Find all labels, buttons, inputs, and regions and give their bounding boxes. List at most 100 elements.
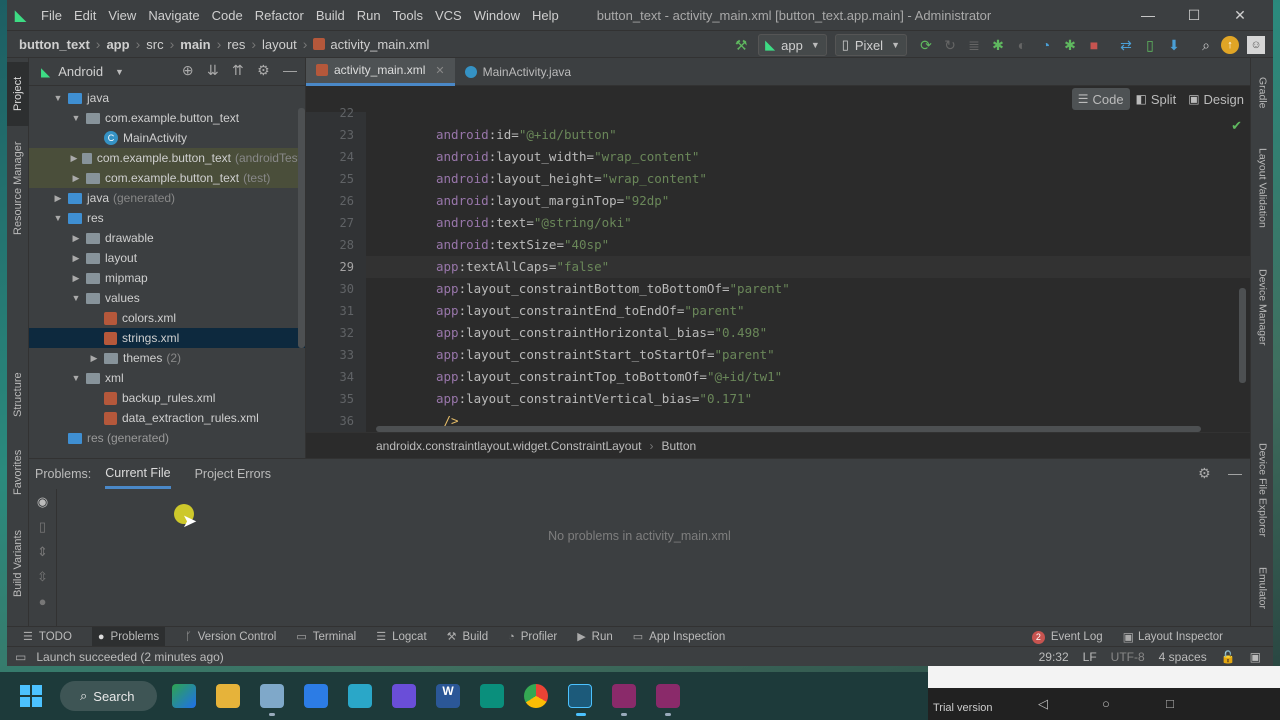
device-manager-icon[interactable]: ▯ — [1141, 36, 1159, 54]
file-encoding[interactable]: UTF-8 — [1111, 650, 1145, 664]
tab-activity_main-xml[interactable]: activity_main.xml ✕ — [306, 57, 455, 86]
maximize-button[interactable]: ☐ — [1171, 7, 1217, 24]
hide-icon[interactable]: — — [1228, 465, 1242, 481]
menu-window[interactable]: Window — [474, 8, 520, 23]
app-icon-2[interactable] — [392, 684, 416, 708]
tree-item[interactable]: ▼ com.example.button_text — [29, 108, 305, 128]
tab-current-file[interactable]: Current File — [105, 459, 171, 489]
tool-problems[interactable]: ● Problems — [91, 626, 166, 647]
menu-refactor[interactable]: Refactor — [255, 8, 304, 23]
editor-vertical-scrollbar[interactable] — [1239, 288, 1246, 383]
start-button[interactable] — [20, 685, 42, 707]
tree-item[interactable]: ▼ java — [29, 88, 305, 108]
code-line[interactable]: android:textSize="40sp" — [436, 234, 609, 256]
eye-icon[interactable]: ◉ — [29, 489, 56, 514]
menu-tools[interactable]: Tools — [393, 8, 423, 23]
tab-project[interactable]: Project — [7, 62, 29, 126]
account-avatar[interactable]: ☺ — [1247, 36, 1265, 54]
profile-icon[interactable]: ◔ — [1037, 36, 1055, 54]
close-tab-icon[interactable]: ✕ — [435, 64, 444, 77]
menu-navigate[interactable]: Navigate — [148, 8, 199, 23]
tree-item[interactable]: data_extraction_rules.xml — [29, 408, 305, 428]
tree-item[interactable]: res (generated) — [29, 428, 305, 448]
tab-mainactivity-java[interactable]: MainActivity.java — [455, 58, 581, 86]
breadcrumb-item[interactable]: button_text — [19, 37, 90, 52]
tool-todo[interactable]: ☰ TODO — [23, 627, 72, 647]
tool-app-inspection[interactable]: ▭ App Inspection — [633, 627, 726, 647]
tab-build-variants[interactable]: Build Variants — [7, 526, 29, 600]
dropbox-icon[interactable] — [304, 684, 328, 708]
view-mode-split[interactable]: ◧ Split — [1130, 88, 1183, 110]
breadcrumb-item[interactable]: res — [227, 37, 245, 52]
update-icon[interactable]: ↑ — [1221, 36, 1239, 54]
collapse-all-icon[interactable]: ⇈ — [232, 62, 244, 78]
line-separator[interactable]: LF — [1083, 650, 1097, 664]
view-mode-code[interactable]: ☰ Code — [1071, 88, 1130, 110]
tree-item[interactable]: ▼ res — [29, 208, 305, 228]
memory-icon[interactable]: ▣ — [1250, 650, 1261, 664]
menu-edit[interactable]: Edit — [74, 8, 96, 23]
breadcrumb-item[interactable]: main — [180, 37, 210, 52]
app-icon-4[interactable] — [656, 684, 680, 708]
attach-debugger-icon[interactable]: ◐ — [1013, 36, 1031, 54]
chevron-icon[interactable]: ▶ — [69, 173, 83, 184]
breadcrumb-item[interactable]: app — [106, 37, 129, 52]
breadcrumb-item[interactable]: src — [146, 37, 163, 52]
chevron-icon[interactable]: ▶ — [87, 353, 101, 364]
chevron-icon[interactable]: ▶ — [69, 233, 83, 244]
layout-inspector-button[interactable]: Layout Inspector — [1138, 627, 1223, 647]
attach-process-icon[interactable]: ✱ — [1061, 36, 1079, 54]
emulator-screen[interactable] — [928, 666, 1280, 688]
indent-setting[interactable]: 4 spaces — [1159, 650, 1207, 664]
chrome-icon[interactable] — [524, 684, 548, 708]
project-scrollbar[interactable] — [298, 108, 305, 348]
tree-item[interactable]: ▶ java (generated) — [29, 188, 305, 208]
tree-item[interactable]: ▶ com.example.button_text (test) — [29, 168, 305, 188]
tree-item[interactable]: strings.xml — [29, 328, 305, 348]
chevron-icon[interactable]: ▶ — [51, 193, 65, 204]
word-icon[interactable]: W — [436, 684, 460, 708]
code-line[interactable]: android:layout_width="wrap_content" — [436, 146, 699, 168]
build-hammer-icon[interactable]: ⚒ — [732, 36, 750, 54]
tab-resource-manager[interactable]: Resource Manager — [7, 138, 29, 238]
sdk-manager-icon[interactable]: ⬇ — [1165, 36, 1183, 54]
rerun-icon[interactable]: ⟳ — [917, 36, 935, 54]
tab-favorites[interactable]: Favorites — [7, 444, 29, 500]
app-icon-1[interactable] — [172, 684, 196, 708]
gear-icon[interactable]: ⚙ — [257, 62, 270, 78]
app-icon-3[interactable] — [612, 684, 636, 708]
tab-structure[interactable]: Structure — [7, 364, 29, 426]
chevron-icon[interactable]: ▼ — [51, 93, 65, 103]
crumb-constraint-layout[interactable]: androidx.constraintlayout.widget.Constra… — [376, 439, 642, 453]
code-line[interactable]: app:layout_constraintHorizontal_bias="0.… — [436, 322, 767, 344]
search-icon[interactable]: ⌕ — [1197, 36, 1215, 54]
code-line[interactable]: app:layout_constraintBottom_toBottomOf="… — [436, 278, 790, 300]
arduino-icon[interactable] — [480, 684, 504, 708]
menu-build[interactable]: Build — [316, 8, 345, 23]
code-line[interactable]: app:layout_constraintEnd_toEndOf="parent… — [436, 300, 745, 322]
chevron-icon[interactable]: ▶ — [69, 273, 83, 284]
code-line[interactable]: app:textAllCaps="false" — [366, 256, 1251, 278]
debug-icon[interactable]: ✱ — [989, 36, 1007, 54]
tool-logcat[interactable]: ☰ Logcat — [376, 627, 426, 647]
code-line[interactable]: android:id="@+id/button" — [436, 124, 617, 146]
stop-icon[interactable]: ■ — [1085, 36, 1103, 54]
home-nav-icon[interactable]: ○ — [1102, 696, 1110, 711]
hide-icon[interactable]: — — [283, 62, 297, 78]
menu-vcs[interactable]: VCS — [435, 8, 462, 23]
code-area[interactable]: android:id="@+id/button" android:layout_w… — [366, 112, 1251, 432]
taskbar-search[interactable]: ⌕ Search — [60, 681, 157, 711]
file-explorer-icon[interactable] — [216, 684, 240, 708]
close-button[interactable]: ✕ — [1217, 7, 1263, 24]
code-line[interactable]: app:layout_constraintStart_toStartOf="pa… — [436, 344, 775, 366]
event-log-button[interactable]: Event Log — [1051, 627, 1103, 647]
tree-item[interactable]: ▼ values — [29, 288, 305, 308]
view-mode-design[interactable]: ▣ Design — [1182, 88, 1250, 110]
recents-nav-icon[interactable]: □ — [1166, 696, 1174, 711]
menu-help[interactable]: Help — [532, 8, 559, 23]
menu-file[interactable]: File — [41, 8, 62, 23]
tree-item[interactable]: backup_rules.xml — [29, 388, 305, 408]
tree-item[interactable]: ▶ drawable — [29, 228, 305, 248]
tree-item[interactable]: ▶ layout — [29, 248, 305, 268]
panel-toggle-icon[interactable]: ▭ — [15, 650, 26, 664]
